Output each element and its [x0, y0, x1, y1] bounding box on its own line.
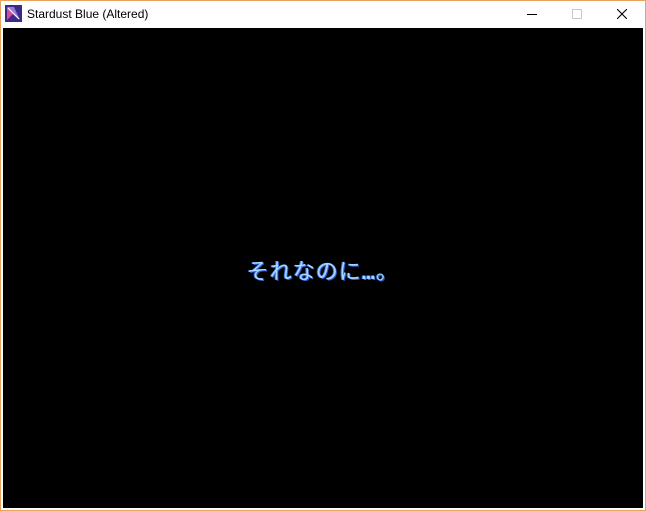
close-button[interactable] [599, 1, 645, 27]
app-window: Stardust Blue (Altered) それなのに…。 [0, 0, 646, 511]
minimize-icon [527, 14, 537, 15]
game-screen[interactable]: それなのに…。 [3, 28, 643, 508]
maximize-button[interactable] [554, 1, 600, 27]
maximize-icon [572, 9, 582, 19]
minimize-button[interactable] [509, 1, 555, 27]
close-icon [617, 9, 627, 19]
title-bar[interactable]: Stardust Blue (Altered) [1, 1, 645, 27]
app-sword-icon [5, 5, 22, 22]
window-title: Stardust Blue (Altered) [27, 7, 149, 21]
dialogue-text: それなのに…。 [246, 260, 400, 285]
